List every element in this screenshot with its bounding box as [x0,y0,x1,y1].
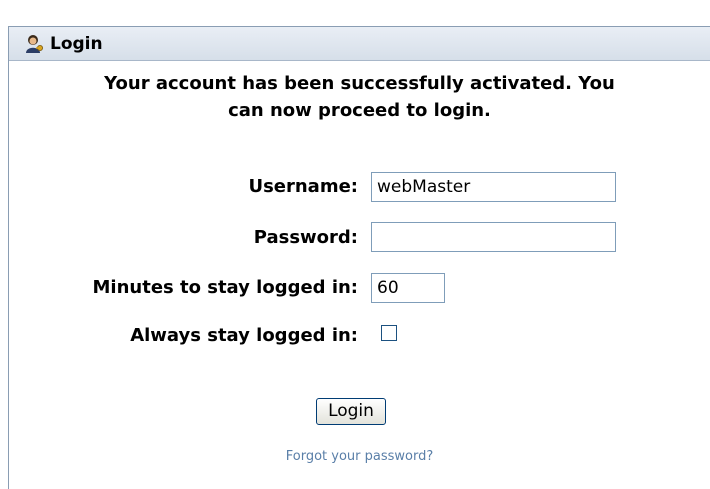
activation-message: Your account has been successfully activ… [9,70,710,124]
always-logged-in-checkbox[interactable] [381,325,397,341]
login-title: Login [50,34,103,54]
forgot-password-link[interactable]: Forgot your password? [9,449,710,464]
login-window: Login Your account has been successfully… [0,0,710,489]
minutes-input[interactable] [371,273,445,303]
activation-message-line-2: can now proceed to login. [228,100,491,121]
activation-message-line-1: Your account has been successfully activ… [104,73,615,94]
password-input[interactable] [371,222,616,252]
always-logged-in-label: Always stay logged in: [130,325,358,346]
username-label: Username: [248,176,358,197]
login-panel: Login Your account has been successfully… [8,26,710,489]
username-input[interactable] [371,172,616,202]
top-strip [0,0,710,26]
password-label: Password: [253,227,358,248]
login-titlebar: Login [9,27,710,61]
minutes-label: Minutes to stay logged in: [92,277,359,298]
user-key-icon [23,33,45,55]
login-button[interactable]: Login [316,398,386,425]
